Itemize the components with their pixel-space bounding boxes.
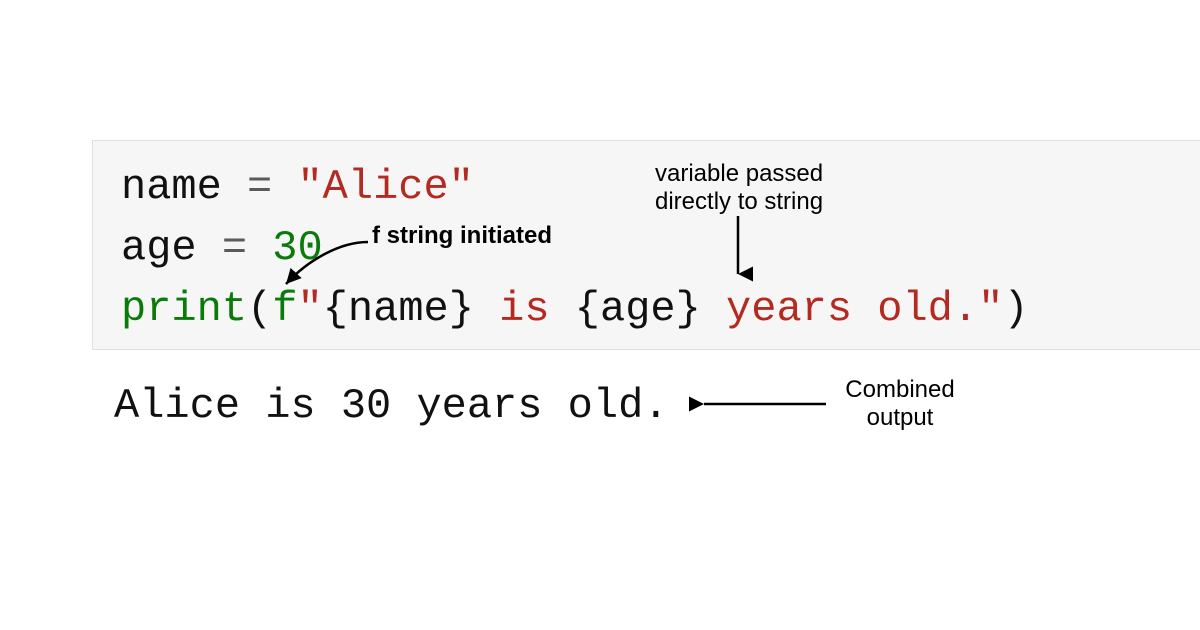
annotation-varpass-line1: variable passed (655, 160, 823, 188)
token-brace-close: } (449, 285, 474, 333)
code-line-1: name = "Alice" (121, 157, 1178, 218)
token-func: print (121, 285, 247, 333)
token-rparen: ) (1003, 285, 1028, 333)
code-block: name = "Alice" age = 30 print(f"{name} i… (92, 140, 1200, 350)
token-assign: = (222, 163, 298, 211)
program-output: Alice is 30 years old. (114, 382, 669, 430)
token-fprefix: f (272, 285, 297, 333)
annotation-fstring: f string initiated (372, 222, 552, 250)
token-var-in-brace: age (600, 285, 676, 333)
token-string: "Alice" (297, 163, 473, 211)
annotation-combined-line2: output (830, 404, 970, 432)
token-brace-close: } (676, 285, 701, 333)
token-assign: = (197, 224, 273, 272)
annotation-varpass-line2: directly to string (655, 188, 823, 216)
token-variable: name (121, 163, 222, 211)
token-quote-open: " (297, 285, 322, 333)
token-variable: age (121, 224, 197, 272)
token-string-mid: is (474, 285, 575, 333)
token-string-tail: years old. (701, 285, 978, 333)
token-var-in-brace: name (348, 285, 449, 333)
token-brace-open: { (323, 285, 348, 333)
arrow-icon (280, 230, 380, 290)
arrow-icon (700, 394, 830, 414)
token-lparen: ( (247, 285, 272, 333)
diagram-stage: name = "Alice" age = 30 print(f"{name} i… (0, 0, 1200, 630)
arrow-icon (728, 216, 748, 286)
token-quote-close: " (978, 285, 1003, 333)
token-brace-open: { (575, 285, 600, 333)
annotation-combined-line1: Combined (830, 376, 970, 404)
